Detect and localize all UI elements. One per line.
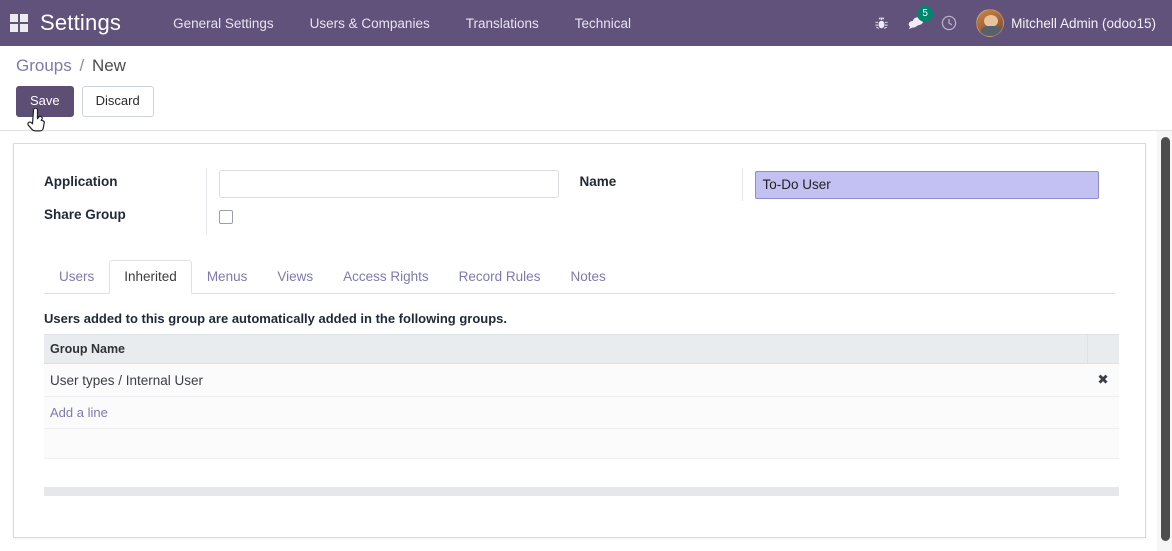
vertical-scrollbar-thumb[interactable] xyxy=(1161,137,1170,541)
column-header-group-name[interactable]: Group Name xyxy=(44,334,1087,364)
name-input[interactable]: To-Do User xyxy=(754,171,1099,199)
breadcrumb-separator: / xyxy=(79,56,85,75)
tab-menus[interactable]: Menus xyxy=(192,260,263,294)
add-line-row: Add a line xyxy=(44,396,1119,429)
form-sheet: Application Share Group Name To-Do User xyxy=(13,143,1146,538)
breadcrumb-current: New xyxy=(91,56,126,75)
user-name-label: Mitchell Admin (odoo15) xyxy=(1011,15,1156,31)
nav-item-users-and-companies[interactable]: Users & Companies xyxy=(292,0,448,46)
cell-group-name[interactable]: User types / Internal User xyxy=(44,363,1087,397)
add-a-line-button[interactable]: Add a line xyxy=(50,405,108,420)
field-application: Application xyxy=(44,168,580,201)
breadcrumb-groups-link[interactable]: Groups xyxy=(16,56,72,75)
nav-item-general-settings[interactable]: General Settings xyxy=(155,0,292,46)
apps-grid-square xyxy=(10,24,18,32)
navbar-systray: 5 Mitchell Admin (odoo15) xyxy=(864,0,1160,46)
form-column-left: Application Share Group xyxy=(44,168,580,234)
tab-users[interactable]: Users xyxy=(44,260,109,294)
tab-notes[interactable]: Notes xyxy=(555,260,620,294)
tab-panel-inherited: Users added to this group are automatica… xyxy=(44,294,1119,496)
application-select[interactable] xyxy=(219,170,559,198)
top-navbar: Settings General Settings Users & Compan… xyxy=(0,0,1172,46)
horizontal-scrollbar[interactable] xyxy=(44,487,1119,496)
navbar-menu: General Settings Users & Companies Trans… xyxy=(155,0,649,46)
inherited-hint-text: Users added to this group are automatica… xyxy=(44,311,507,326)
tab-views[interactable]: Views xyxy=(262,260,328,294)
column-header-actions xyxy=(1086,334,1119,364)
debug-bug-icon[interactable] xyxy=(864,0,898,46)
tab-access-rights[interactable]: Access Rights xyxy=(328,260,444,294)
nav-item-technical[interactable]: Technical xyxy=(557,0,649,46)
nav-item-translations[interactable]: Translations xyxy=(448,0,557,46)
form-column-right: Name To-Do User xyxy=(580,168,1116,234)
share-group-checkbox[interactable] xyxy=(219,210,233,224)
name-label: Name xyxy=(579,174,617,189)
form-fields-grid: Application Share Group Name To-Do User xyxy=(44,168,1115,234)
messages-count-badge: 5 xyxy=(917,6,934,22)
application-label: Application xyxy=(44,174,118,189)
table-body: User types / Internal User ✖ Add a line xyxy=(44,363,1119,459)
empty-cell xyxy=(44,428,1119,459)
activities-clock-icon[interactable] xyxy=(932,0,966,46)
share-group-label: Share Group xyxy=(44,207,126,222)
field-name: Name To-Do User xyxy=(580,168,1116,201)
add-line-cell: Add a line xyxy=(44,396,1119,429)
share-group-control xyxy=(206,201,580,234)
apps-grid-square xyxy=(20,14,28,22)
form-action-buttons: Save Discard xyxy=(16,86,1156,117)
app-brand-title[interactable]: Settings xyxy=(40,10,121,36)
table-head: Group Name xyxy=(44,334,1119,364)
notebook-tabs: Users Inherited Menus Views Access Right… xyxy=(44,260,1115,294)
field-share-group: Share Group xyxy=(44,201,580,234)
table-row[interactable]: User types / Internal User ✖ xyxy=(44,363,1119,397)
user-menu[interactable]: Mitchell Admin (odoo15) xyxy=(966,0,1160,46)
application-control xyxy=(206,168,580,201)
breadcrumb: Groups / New xyxy=(16,56,1156,76)
avatar xyxy=(976,9,1005,37)
delete-row-icon[interactable]: ✖ xyxy=(1087,363,1119,397)
table-empty-row xyxy=(44,428,1119,459)
inherited-groups-table: Group Name User types / Internal User ✖ … xyxy=(44,334,1119,459)
apps-grid-square xyxy=(10,14,18,22)
table-header-row: Group Name xyxy=(44,334,1119,364)
discard-button[interactable]: Discard xyxy=(81,86,154,117)
tab-inherited[interactable]: Inherited xyxy=(109,260,192,294)
notebook: Users Inherited Menus Views Access Right… xyxy=(44,260,1119,496)
apps-menu-icon[interactable] xyxy=(10,14,28,32)
apps-grid-square xyxy=(20,24,28,32)
control-panel: Groups / New Save Discard xyxy=(0,46,1172,131)
messages-icon[interactable]: 5 xyxy=(898,0,934,46)
name-control: To-Do User xyxy=(741,168,1116,201)
save-button[interactable]: Save xyxy=(16,86,74,117)
tab-record-rules[interactable]: Record Rules xyxy=(444,260,556,294)
